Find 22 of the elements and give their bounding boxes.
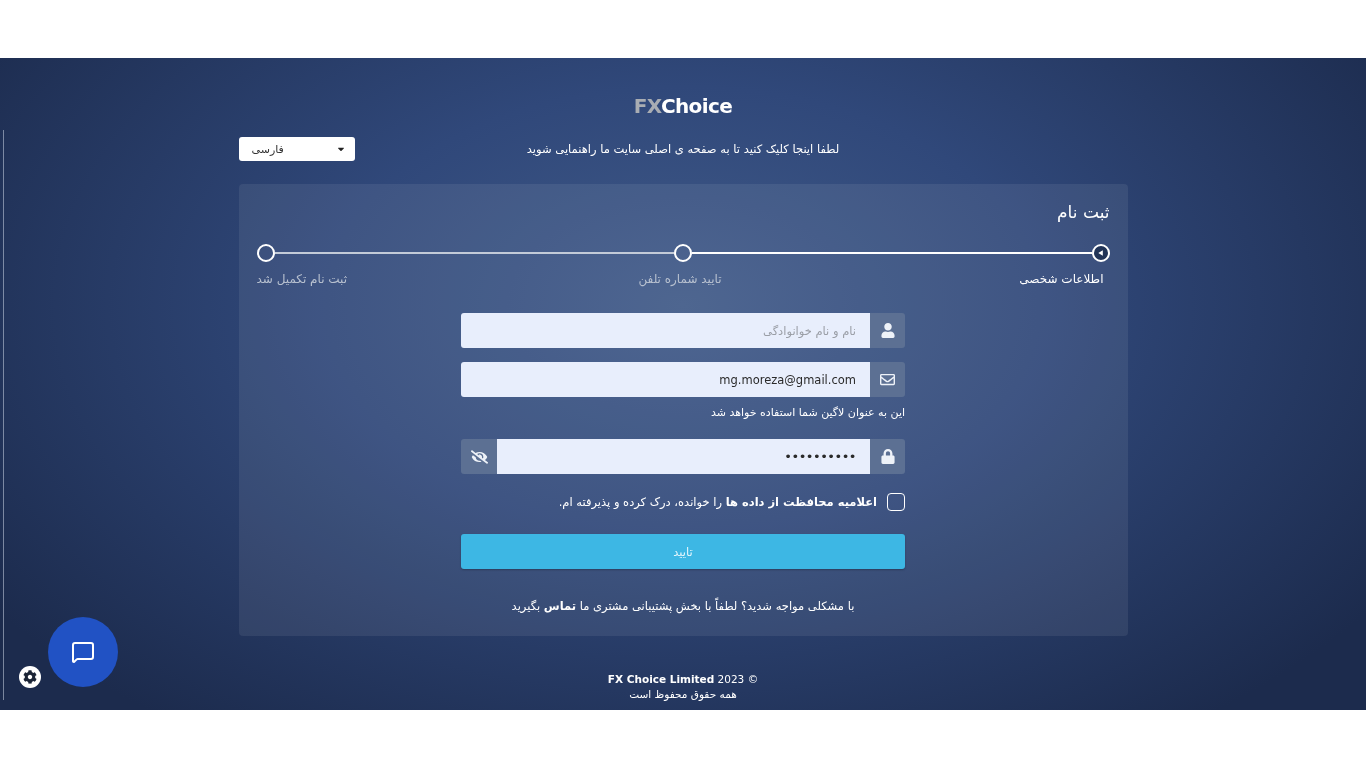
chat-icon	[71, 640, 95, 664]
support-text: با مشکلی مواجه شدید؟ لطفاً با بخش پشتیبانی مشتری ما تماس بگیرید	[510, 598, 856, 614]
settings-icon[interactable]	[19, 666, 41, 688]
field-hint: این به عنوان لاگین شما استفاده خواهد شد	[709, 406, 905, 420]
full-name-field[interactable]: نام و نام خوانوادگی	[461, 313, 870, 348]
consent-checkbox[interactable]	[887, 493, 905, 511]
email-field[interactable]: mg.moreza@gmail.com	[461, 362, 870, 397]
password-field[interactable]: ••••••••••	[497, 439, 870, 474]
step-label: تایید شماره تلفن	[638, 271, 722, 287]
step-label: اطلاعات شخصی	[1019, 271, 1104, 287]
language-select[interactable]: فارسی	[238, 137, 355, 161]
brand-logo: FXChoice	[633, 94, 733, 118]
rights-text: همه حقوق محفوظ است	[629, 687, 737, 702]
eye-slash-icon	[470, 449, 488, 464]
consent-text: اعلامیه محافظت از داده ها را خوانده، درک کرده و پذیرفته ام.	[558, 494, 877, 510]
step-label: ثبت نام تکمیل شد	[256, 271, 348, 287]
lock-icon	[880, 449, 895, 464]
user-icon	[880, 323, 895, 338]
card-title: ثبت نام	[1056, 201, 1110, 223]
show-password-button[interactable]	[461, 439, 497, 474]
home-link[interactable]: لطفا اینجا کلیک کنید تا به صفحه ی اصلی سایت ما راهنمایی شوید	[526, 142, 840, 156]
envelope-icon	[879, 372, 896, 387]
